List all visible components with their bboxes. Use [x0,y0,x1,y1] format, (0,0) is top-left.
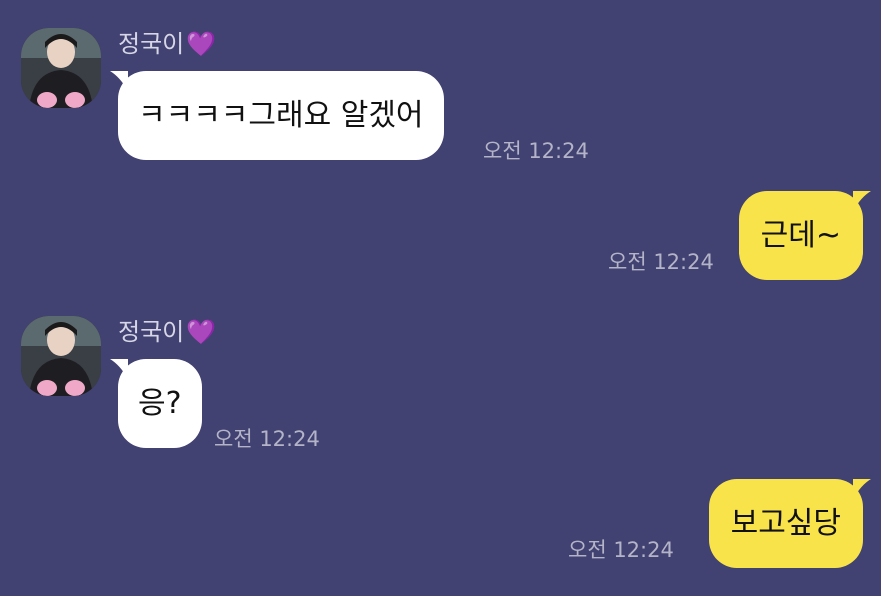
purple-heart-icon: 💜 [186,318,217,346]
message-bubble-outgoing[interactable]: 보고싶당 [708,479,871,568]
message-text: ㅋㅋㅋㅋ그래요 알겠어 [138,98,424,133]
message-timestamp: 오전 12:24 [214,427,320,451]
sender-name: 정국이💜 [118,28,216,60]
message-text: 보고싶당 [730,506,841,541]
message-bubble-outgoing[interactable]: 근데~ [738,191,871,280]
profile-photo [21,316,101,396]
bubble-tail [853,191,871,211]
profile-photo [21,28,101,108]
sender-name: 정국이💜 [118,316,216,348]
bubble-tail [110,71,128,91]
message-bubble-incoming[interactable]: ㅋㅋㅋㅋ그래요 알겠어 [110,71,444,160]
sender-name-text: 정국이 [118,30,185,58]
message-timestamp: 오전 12:24 [483,139,589,163]
bubble-tail [853,479,871,499]
purple-heart-icon: 💜 [186,30,217,58]
message-text: 근데~ [760,218,841,253]
avatar[interactable] [21,316,101,396]
avatar[interactable] [21,28,101,108]
message-timestamp: 오전 12:24 [608,250,714,274]
sender-name-text: 정국이 [118,318,185,346]
message-timestamp: 오전 12:24 [568,538,674,562]
bubble-tail [110,359,128,379]
message-text: 응? [138,386,182,421]
message-bubble-incoming[interactable]: 응? [110,359,202,448]
